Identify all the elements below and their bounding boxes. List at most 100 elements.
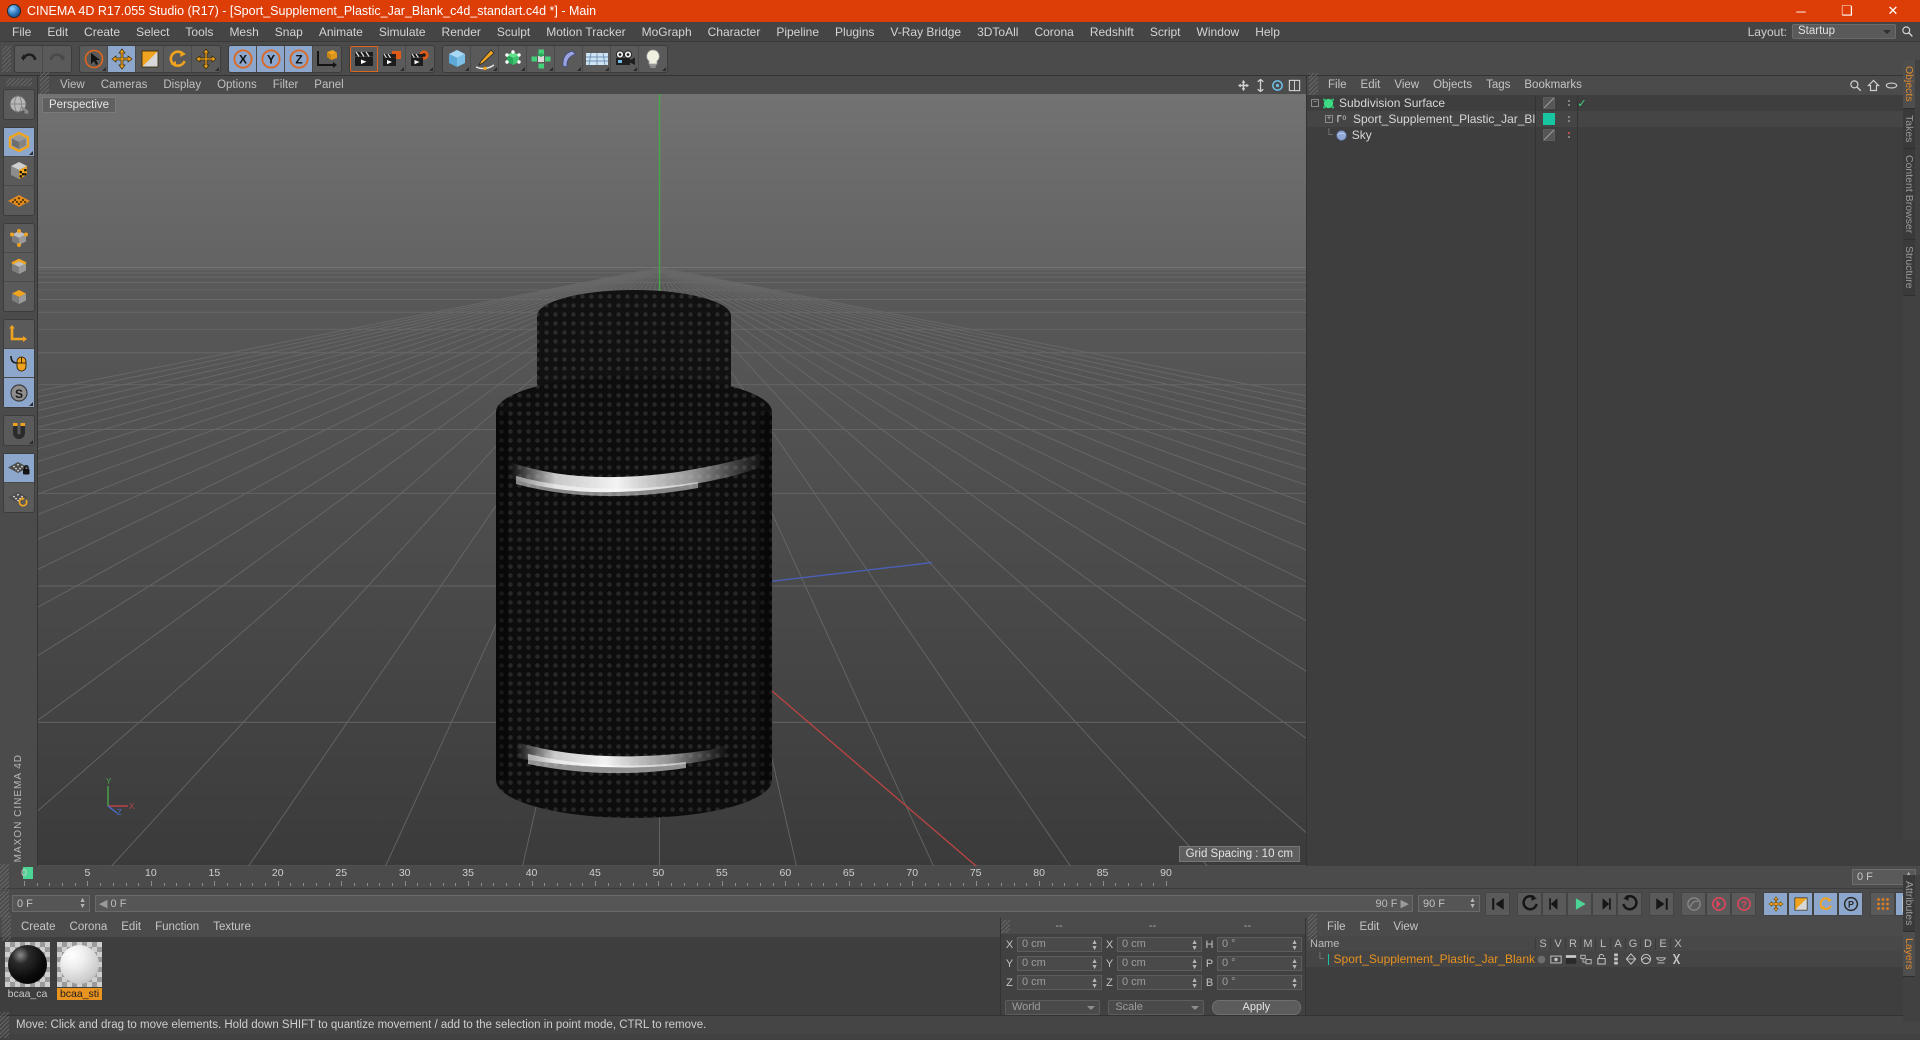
generators-icon[interactable] — [1625, 953, 1637, 965]
left-toolbar-grip[interactable] — [5, 78, 32, 86]
toolbar-grip[interactable] — [2, 45, 11, 72]
render-visibility-dot[interactable] — [1568, 120, 1570, 122]
go-to-end-button[interactable] — [1649, 891, 1674, 916]
add-light-button[interactable] — [639, 46, 667, 72]
material-menu-create[interactable]: Create — [14, 918, 63, 937]
render-view-button[interactable] — [350, 45, 378, 72]
undo-view-button[interactable] — [4, 90, 34, 119]
coord-input-rotation[interactable]: 0 ° ▲ ▼ — [1217, 975, 1302, 990]
render-to-picture-viewer-button[interactable] — [378, 45, 406, 72]
viewport-menu-options[interactable]: Options — [209, 76, 265, 94]
material-preview[interactable] — [57, 942, 102, 987]
tool-expand-corner[interactable] — [102, 66, 106, 71]
live-selection-tool[interactable] — [80, 45, 108, 72]
material-swatch-area[interactable]: bcaa_ca bcaa_sti — [0, 937, 1000, 1015]
next-frame-button[interactable] — [1592, 891, 1617, 916]
object-row[interactable]: └ Sky — [1307, 127, 1920, 143]
add-spline-button[interactable] — [471, 45, 499, 72]
viewport-3d[interactable]: Perspective Grid Spacing : 10 cm Y X Z — [38, 94, 1306, 866]
spinner-icon[interactable]: ▲▼ — [1191, 939, 1198, 952]
layer-column-r[interactable]: R — [1565, 937, 1580, 950]
add-deformer-button[interactable] — [555, 45, 583, 72]
material-name[interactable]: bcaa_sti — [57, 988, 102, 1000]
layer-manager-grip[interactable] — [1308, 914, 1317, 940]
material-item[interactable]: bcaa_sti — [57, 942, 102, 1015]
layer-column-l[interactable]: L — [1595, 937, 1610, 950]
lock-z-axis[interactable]: Z — [285, 45, 313, 72]
spinner-icon[interactable]: ▲▼ — [1291, 958, 1298, 971]
expander-minus-icon[interactable]: − — [1311, 99, 1319, 107]
add-nurbs-button[interactable] — [499, 45, 527, 72]
menu-item-pipeline[interactable]: Pipeline — [768, 22, 827, 42]
position-key-button[interactable] — [1763, 891, 1788, 916]
editor-visibility-dot[interactable] — [1568, 116, 1570, 118]
menu-item-mesh[interactable]: Mesh — [221, 22, 266, 42]
menu-item-mograph[interactable]: MoGraph — [634, 22, 700, 42]
editor-visibility-dot[interactable] — [1568, 132, 1570, 134]
object-menu-tags[interactable]: Tags — [1479, 76, 1517, 95]
viewport-menu-panel[interactable]: Panel — [306, 76, 351, 94]
current-frame-field[interactable]: 0 F ▲ ▼ — [12, 895, 90, 912]
tool-expand-corner[interactable] — [429, 66, 433, 71]
layer-menu-view[interactable]: View — [1386, 918, 1425, 937]
object-name[interactable]: Sport_Supplement_Plastic_Jar_Blank — [1353, 112, 1535, 126]
tool-expand-corner[interactable] — [215, 66, 219, 71]
viewport-menu-cameras[interactable]: Cameras — [93, 76, 156, 94]
workplane-reset-button[interactable] — [4, 483, 34, 512]
spinner-icon[interactable]: ▲▼ — [1291, 939, 1298, 952]
object-row[interactable]: − Subdivision Surface ✓ — [1307, 95, 1920, 111]
render-clapboard-icon[interactable] — [1565, 953, 1577, 965]
tool-expand-corner[interactable] — [549, 66, 553, 71]
material-menu-corona[interactable]: Corona — [63, 918, 115, 937]
menu-item-simulate[interactable]: Simulate — [371, 22, 434, 42]
render-settings-button[interactable] — [406, 46, 434, 72]
previous-key-button[interactable] — [1517, 891, 1542, 916]
xref-icon[interactable] — [1670, 953, 1682, 965]
move-view-icon[interactable] — [1237, 79, 1250, 92]
menu-item-corona[interactable]: Corona — [1026, 22, 1081, 42]
material-manager-grip[interactable] — [2, 914, 11, 941]
object-name[interactable]: Sky — [1352, 128, 1372, 142]
scale-tool[interactable] — [136, 45, 164, 72]
layout-dropdown[interactable]: Startup — [1792, 24, 1896, 39]
lock-icon[interactable] — [1595, 953, 1607, 965]
lock-x-axis[interactable]: X — [229, 45, 257, 72]
layer-name[interactable]: Sport_Supplement_Plastic_Jar_Blank — [1334, 952, 1535, 966]
side-tab-takes[interactable]: Takes — [1903, 108, 1915, 150]
layer-toggle-icons[interactable] — [1535, 953, 1682, 965]
menu-item-3dtoall[interactable]: 3DToAll — [969, 22, 1026, 42]
preview-end-field[interactable]: 90 F ▲ ▼ — [1418, 895, 1480, 912]
polygon-mode-button[interactable] — [4, 282, 34, 311]
editor-visibility-dot[interactable] — [1568, 100, 1570, 102]
rotation-key-button[interactable] — [1813, 891, 1838, 916]
keyframe-selection-button[interactable]: ? — [1731, 891, 1756, 916]
layer-column-v[interactable]: V — [1550, 937, 1565, 950]
menu-item-help[interactable]: Help — [1247, 22, 1288, 42]
tool-expand-corner[interactable] — [633, 66, 637, 71]
material-menu-edit[interactable]: Edit — [114, 918, 148, 937]
rotate-tool[interactable] — [164, 45, 192, 72]
coordinate-mode-dropdown[interactable]: Scale — [1108, 1000, 1204, 1015]
coord-input-position[interactable]: 0 cm ▲ ▼ — [1017, 956, 1102, 971]
coordinate-system-dropdown[interactable]: World — [1005, 1000, 1101, 1015]
material-name[interactable]: bcaa_ca — [5, 988, 50, 1000]
layer-column-a[interactable]: A — [1610, 937, 1625, 950]
layer-menu-file[interactable]: File — [1320, 918, 1353, 937]
eye-icon[interactable] — [1885, 79, 1898, 92]
add-mograph-button[interactable] — [527, 45, 555, 72]
layer-column-name[interactable]: Name — [1306, 938, 1535, 950]
menu-item-plugins[interactable]: Plugins — [827, 22, 882, 42]
spinner-icon[interactable]: ▲▼ — [1191, 958, 1198, 971]
menu-item-file[interactable]: File — [4, 22, 39, 42]
minimize-button[interactable]: ─ — [1778, 0, 1824, 22]
next-key-button[interactable] — [1617, 891, 1642, 916]
close-button[interactable]: ✕ — [1870, 0, 1916, 22]
go-to-start-button[interactable] — [1485, 891, 1510, 916]
tool-expand-corner[interactable] — [493, 66, 497, 71]
coord-input-position[interactable]: 0 cm ▲ ▼ — [1017, 975, 1102, 990]
tool-expand-corner[interactable] — [28, 151, 33, 155]
object-menu-objects[interactable]: Objects — [1426, 76, 1479, 95]
object-menu-file[interactable]: File — [1321, 76, 1354, 95]
object-menu-bookmarks[interactable]: Bookmarks — [1517, 76, 1589, 95]
visible-eye-icon[interactable] — [1550, 953, 1562, 965]
